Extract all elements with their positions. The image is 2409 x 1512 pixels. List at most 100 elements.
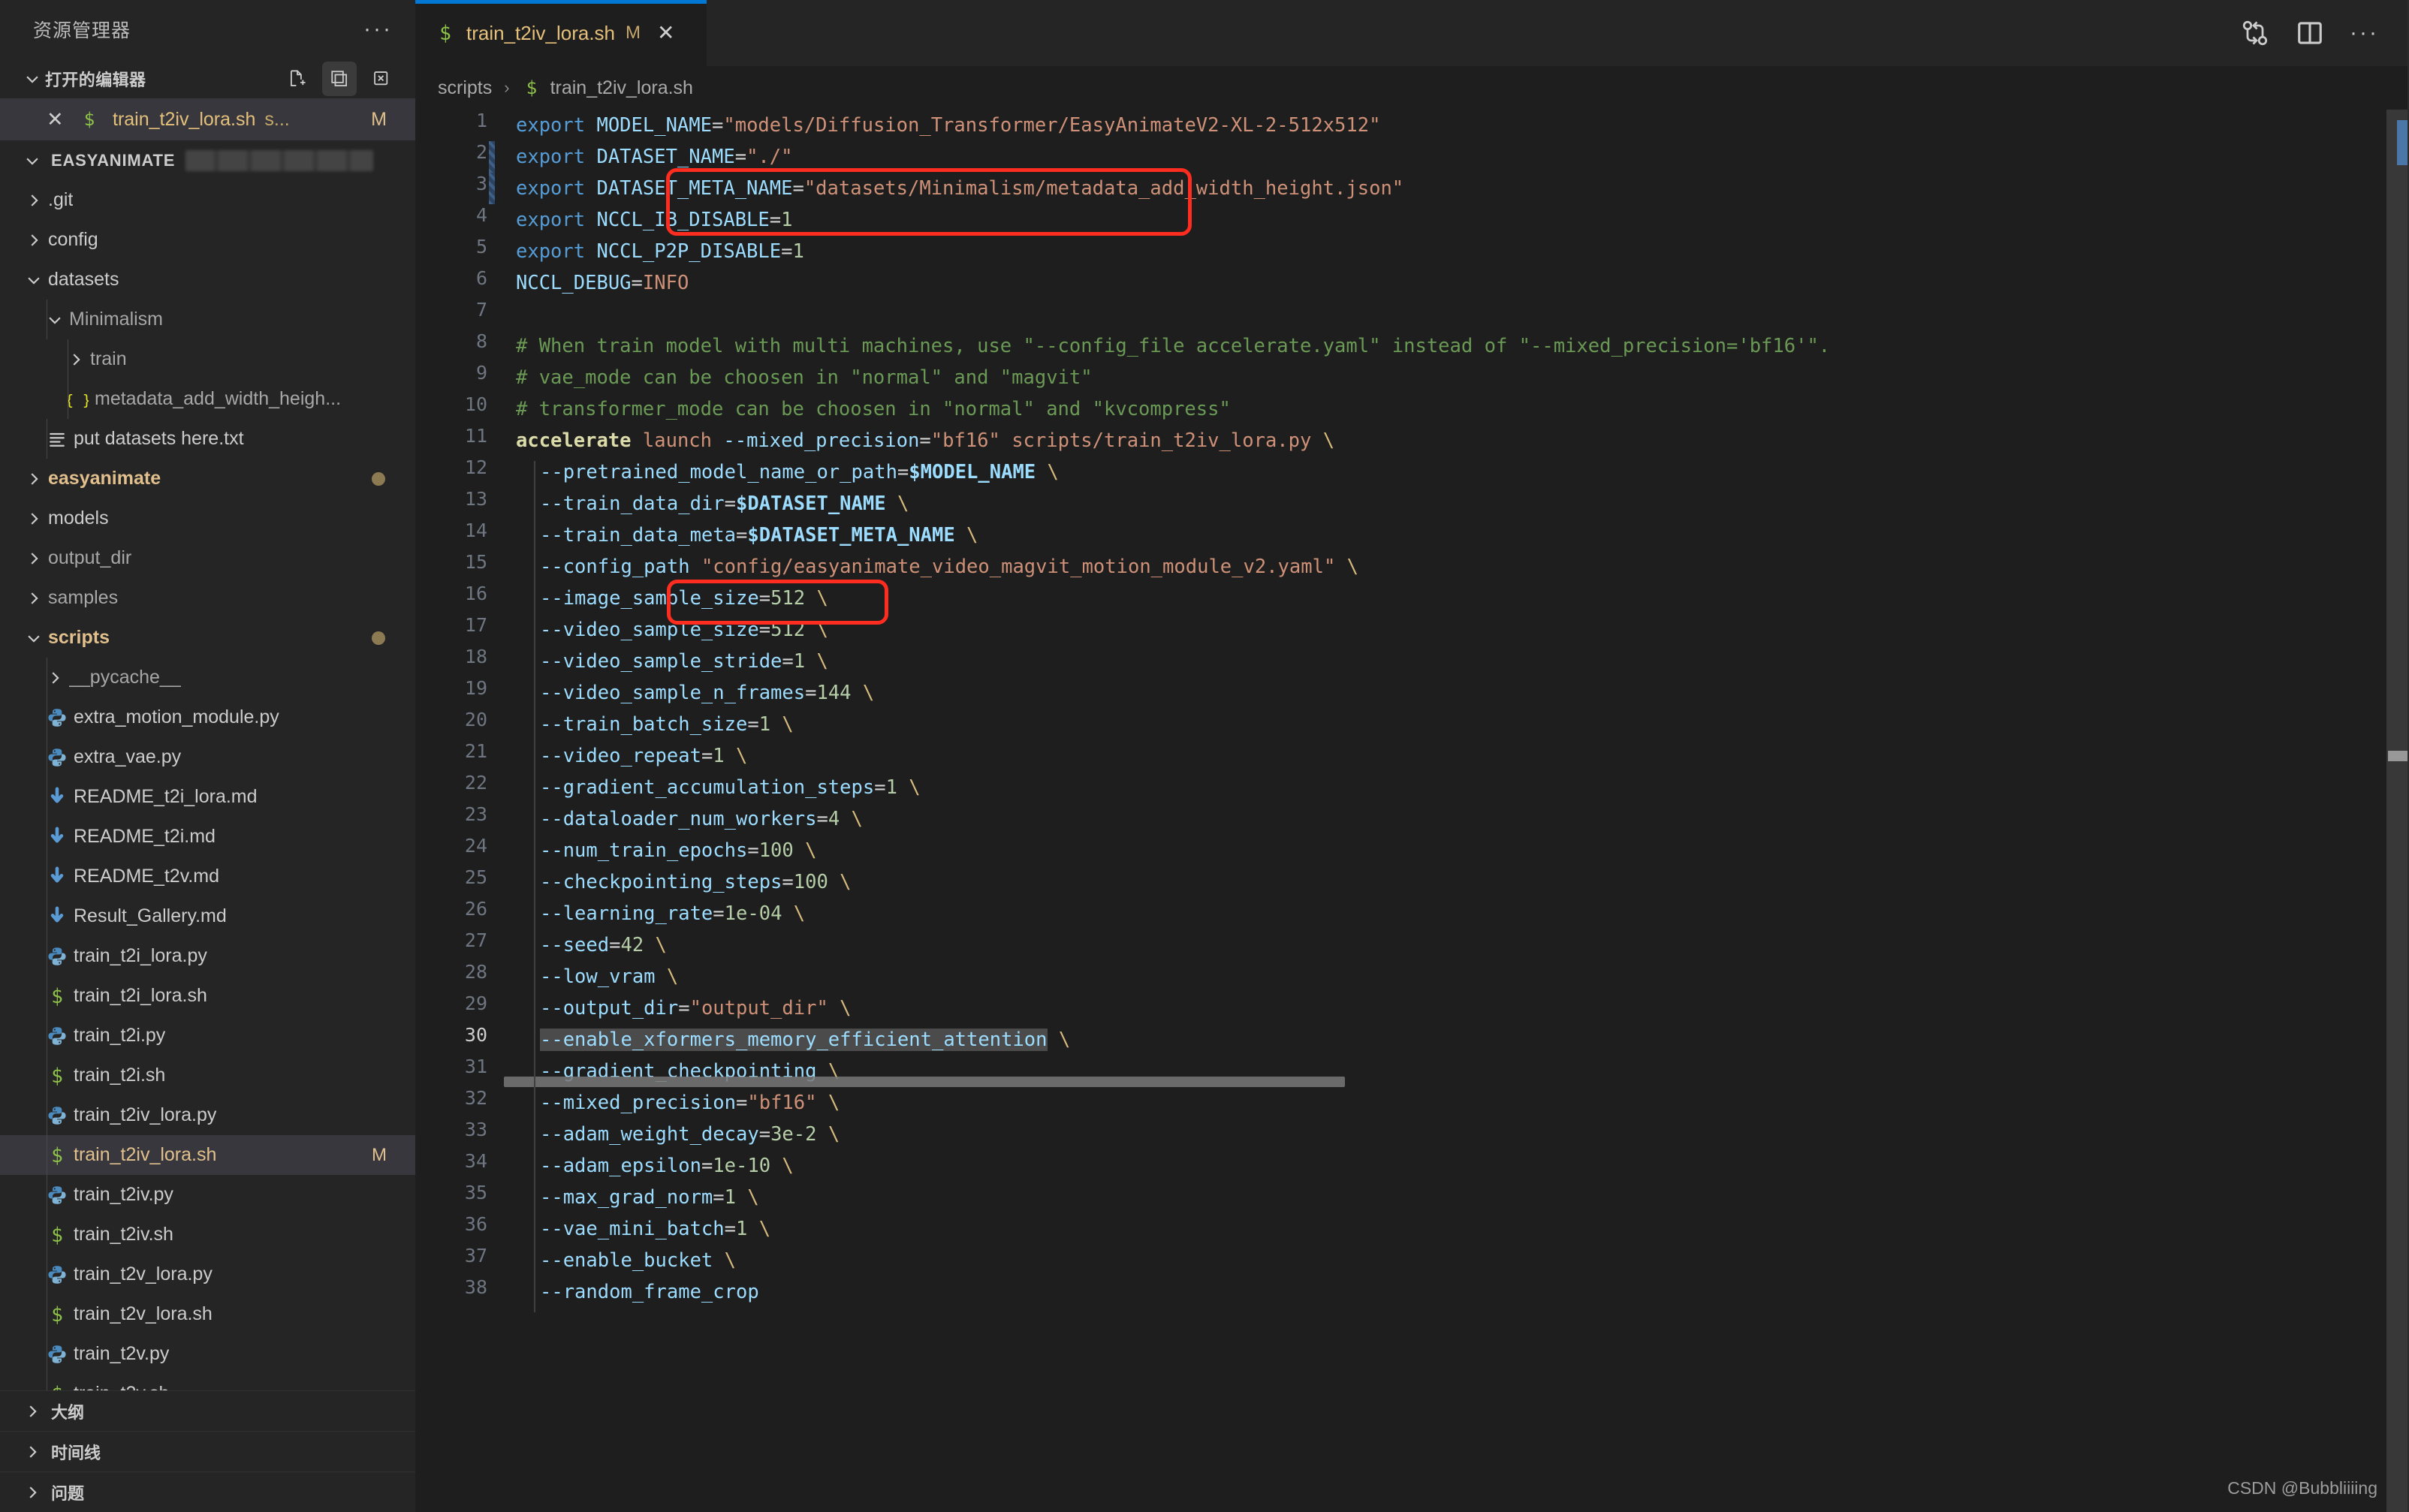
tree-file-row[interactable]: extra_vae.py (0, 737, 415, 777)
split-editor-icon[interactable] (2296, 19, 2324, 47)
tree-folder-row[interactable]: datasets (0, 260, 415, 300)
tree-file-row[interactable]: README_t2v.md (0, 857, 415, 896)
code-line[interactable]: --learning_rate=1e-04 \ (540, 898, 805, 929)
file-tree[interactable]: .gitconfigdatasetsMinimalismtrain{ }meta… (0, 180, 415, 1390)
close-all-editors-icon[interactable] (364, 62, 399, 96)
vertical-scrollbar[interactable] (2386, 110, 2409, 1512)
code-line[interactable]: --dataloader_num_workers=4 \ (540, 803, 863, 835)
breadcrumb-file[interactable]: $ train_t2iv_lora.sh (522, 77, 693, 99)
tree-file-row[interactable]: put datasets here.txt (0, 419, 415, 459)
code-line[interactable]: --train_data_meta=$DATASET_META_NAME \ (540, 520, 978, 551)
tree-folder-row[interactable]: output_dir (0, 538, 415, 578)
tree-file-row[interactable]: train_t2i_lora.py (0, 936, 415, 976)
workspace-root-row[interactable]: EASYANIMATE (0, 140, 415, 180)
code-line[interactable]: --random_frame_crop (540, 1276, 759, 1308)
code-line[interactable]: --adam_weight_decay=3e-2 \ (540, 1119, 840, 1150)
chevron-right-icon[interactable] (41, 670, 69, 686)
tree-folder-row[interactable]: .git (0, 180, 415, 220)
code-line[interactable]: export NCCL_IB_DISABLE=1 (516, 204, 792, 236)
tree-file-row[interactable]: train_t2i.py (0, 1016, 415, 1056)
horizontal-scrollbar[interactable] (504, 1077, 1345, 1087)
code-line[interactable]: --adam_epsilon=1e-10 \ (540, 1150, 794, 1182)
code-editor[interactable]: 1234567891011121314151617181920212223242… (415, 110, 2409, 1512)
code-line[interactable]: # transformer_mode can be choosen in "no… (516, 393, 1231, 425)
code-line[interactable]: --train_batch_size=1 \ (540, 709, 794, 740)
tree-file-row[interactable]: train_t2iv.py (0, 1175, 415, 1215)
tree-folder-row[interactable]: Minimalism (0, 300, 415, 339)
code-line[interactable]: --video_repeat=1 \ (540, 740, 747, 772)
tree-file-row[interactable]: { }metadata_add_width_heigh... (0, 379, 415, 419)
code-line[interactable]: --image_sample_size=512 \ (540, 583, 828, 614)
tree-folder-row[interactable]: train (0, 339, 415, 379)
tree-file-row[interactable]: $train_t2i_lora.sh (0, 976, 415, 1016)
tree-folder-row[interactable]: samples (0, 578, 415, 618)
code-line[interactable]: --video_sample_n_frames=144 \ (540, 677, 874, 709)
code-line[interactable]: export MODEL_NAME="models/Diffusion_Tran… (516, 110, 1380, 141)
code-line[interactable]: export DATASET_NAME="./" (516, 141, 792, 173)
tree-file-row[interactable]: $train_t2i.sh (0, 1056, 415, 1095)
open-editor-item[interactable]: ✕ $ train_t2iv_lora.sh s... M (0, 98, 415, 140)
code-line[interactable]: --enable_bucket \ (540, 1245, 736, 1276)
tree-file-row[interactable]: extra_motion_module.py (0, 697, 415, 737)
tree-file-row[interactable]: $train_t2iv_lora.shM (0, 1135, 415, 1175)
tree-file-row[interactable]: train_t2iv_lora.py (0, 1095, 415, 1135)
save-all-icon[interactable] (322, 62, 357, 96)
code-line[interactable]: --vae_mini_batch=1 \ (540, 1213, 770, 1245)
new-file-icon[interactable] (280, 62, 315, 96)
code-line[interactable]: NCCL_DEBUG=INFO (516, 267, 689, 299)
tree-file-row[interactable]: Result_Gallery.md (0, 896, 415, 936)
code-line[interactable]: --mixed_precision="bf16" \ (540, 1087, 840, 1119)
explorer-more-actions-icon[interactable]: ··· (363, 18, 393, 41)
chevron-right-icon[interactable] (62, 351, 90, 368)
tree-folder-row[interactable]: __pycache__ (0, 658, 415, 697)
more-actions-icon[interactable]: ··· (2350, 22, 2379, 44)
tree-folder-row[interactable]: config (0, 220, 415, 260)
code-content[interactable]: export MODEL_NAME="models/Diffusion_Tran… (504, 110, 2409, 1512)
code-line[interactable]: --config_path "config/easyanimate_video_… (540, 551, 1358, 583)
code-line[interactable]: --output_dir="output_dir" \ (540, 992, 852, 1024)
tree-folder-row[interactable]: easyanimate (0, 459, 415, 498)
tree-file-row[interactable]: README_t2i.md (0, 817, 415, 857)
chevron-down-icon[interactable] (20, 272, 48, 288)
tree-folder-row[interactable]: models (0, 498, 415, 538)
sidebar-section-problems[interactable]: 问题 (0, 1471, 415, 1512)
tree-file-row[interactable]: $train_t2v_lora.sh (0, 1294, 415, 1334)
code-line[interactable]: --video_sample_stride=1 \ (540, 646, 828, 677)
code-line[interactable]: --train_data_dir=$DATASET_NAME \ (540, 488, 909, 520)
code-line[interactable]: accelerate launch --mixed_precision="bf1… (516, 425, 1334, 456)
tree-folder-row[interactable]: scripts (0, 618, 415, 658)
code-line[interactable]: --low_vram \ (540, 961, 678, 992)
code-line[interactable]: export DATASET_META_NAME="datasets/Minim… (516, 173, 1403, 204)
close-icon[interactable]: ✕ (47, 110, 80, 130)
chevron-down-icon[interactable] (20, 630, 48, 646)
code-line[interactable]: --max_grad_norm=1 \ (540, 1182, 759, 1213)
tab-close-icon[interactable]: ✕ (657, 23, 674, 44)
sidebar-section-timeline[interactable]: 时间线 (0, 1431, 415, 1471)
code-line[interactable]: --pretrained_model_name_or_path=$MODEL_N… (540, 456, 1059, 488)
code-line[interactable]: # vae_mode can be choosen in "normal" an… (516, 362, 1093, 393)
code-line[interactable]: export NCCL_P2P_DISABLE=1 (516, 236, 804, 267)
editor-tab-active[interactable]: $ train_t2iv_lora.sh M ✕ (415, 0, 707, 66)
chevron-right-icon[interactable] (20, 511, 48, 527)
chevron-right-icon[interactable] (20, 550, 48, 567)
tree-file-row[interactable]: train_t2v.py (0, 1334, 415, 1374)
sidebar-section-outline[interactable]: 大纲 (0, 1390, 415, 1431)
chevron-right-icon[interactable] (20, 471, 48, 487)
code-line[interactable]: --enable_xformers_memory_efficient_atten… (540, 1024, 1070, 1056)
chevron-right-icon[interactable] (20, 590, 48, 607)
chevron-down-icon[interactable] (41, 312, 69, 328)
code-line[interactable]: # When train model with multi machines, … (516, 330, 1830, 362)
code-line[interactable]: --checkpointing_steps=100 \ (540, 866, 852, 898)
git-compare-icon[interactable] (2240, 18, 2270, 48)
tree-file-row[interactable]: README_t2i_lora.md (0, 777, 415, 817)
tree-file-row[interactable]: train_t2v_lora.py (0, 1254, 415, 1294)
code-line[interactable]: --num_train_epochs=100 \ (540, 835, 816, 866)
chevron-right-icon[interactable] (20, 192, 48, 209)
open-editors-section-header[interactable]: 打开的编辑器 (0, 59, 415, 98)
code-line[interactable]: --gradient_accumulation_steps=1 \ (540, 772, 921, 803)
chevron-right-icon[interactable] (20, 232, 48, 248)
breadcrumb-folder[interactable]: scripts (438, 77, 492, 99)
tree-file-row[interactable]: $train_t2iv.sh (0, 1215, 415, 1254)
tree-file-row[interactable]: $train_t2v.sh (0, 1374, 415, 1390)
code-line[interactable]: --video_sample_size=512 \ (540, 614, 828, 646)
